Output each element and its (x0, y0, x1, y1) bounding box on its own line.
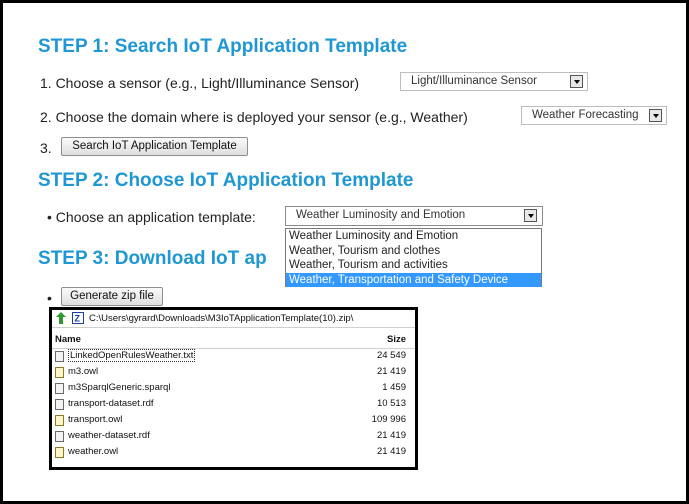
file-name: weather.owl (68, 446, 119, 457)
file-size: 24 549 (376, 350, 406, 361)
search-template-button[interactable]: Search IoT Application Template (61, 137, 248, 156)
step1-heading: STEP 1: Search IoT Application Template (38, 36, 408, 57)
step1-domain-label: 2. Choose the domain where is deployed y… (40, 109, 468, 125)
file-row[interactable]: m3.owl 21 419 (52, 365, 415, 380)
step3-bullet: • (47, 290, 52, 306)
archive-path: C:\Users\gyrard\Downloads\M3IoTApplicati… (89, 313, 354, 324)
sensor-select-value: Light/Illuminance Sensor (411, 75, 537, 87)
step1-sensor-label: 1. Choose a sensor (e.g., Light/Illumina… (40, 75, 360, 91)
domain-select[interactable]: Weather Forecasting (521, 106, 667, 125)
step2-heading: STEP 2: Choose IoT Application Template (38, 170, 414, 191)
owl-file-icon (55, 415, 64, 426)
template-select-value: Weather Luminosity and Emotion (296, 209, 466, 221)
generic-file-icon (55, 383, 64, 394)
file-row[interactable]: LinkedOpenRulesWeather.txt 24 549 (52, 349, 415, 364)
chevron-down-icon[interactable] (524, 209, 537, 222)
file-row[interactable]: transport-dataset.rdf 10 513 (52, 397, 415, 412)
path-bar: Z C:\Users\gyrard\Downloads\M3IoTApplica… (52, 310, 415, 328)
rdf-file-icon (55, 431, 64, 442)
file-name: m3.owl (68, 366, 99, 377)
dropdown-option[interactable]: Weather, Tourism and clothes (286, 244, 541, 259)
step1-item3-number: 3. (40, 140, 52, 156)
rdf-file-icon (55, 399, 64, 410)
file-row[interactable]: weather-dataset.rdf 21 419 (52, 429, 415, 444)
dropdown-option[interactable]: Weather Luminosity and Emotion (286, 229, 541, 244)
file-row[interactable]: transport.owl 109 996 (52, 413, 415, 428)
file-size: 21 419 (376, 446, 406, 457)
text-file-icon (55, 351, 64, 362)
file-name: weather-dataset.rdf (68, 430, 150, 441)
file-row[interactable]: m3SparqlGeneric.sparql 1 459 (52, 381, 415, 396)
template-dropdown-list[interactable]: Weather Luminosity and Emotion Weather, … (285, 228, 542, 287)
file-row[interactable]: weather.owl 21 419 (52, 445, 415, 460)
name-column-header[interactable]: Name (55, 334, 81, 345)
file-name: m3SparqlGeneric.sparql (68, 382, 171, 393)
template-select[interactable]: Weather Luminosity and Emotion (285, 206, 543, 226)
step3-heading: STEP 3: Download IoT ap (38, 248, 267, 269)
file-size: 10 513 (376, 398, 406, 409)
file-size: 109 996 (371, 414, 406, 425)
generate-zip-button[interactable]: Generate zip file (61, 287, 163, 306)
zip-archive-window: Z C:\Users\gyrard\Downloads\M3IoTApplica… (49, 307, 418, 470)
file-size: 1 459 (382, 382, 406, 393)
up-arrow-icon[interactable] (56, 312, 66, 324)
dropdown-option-highlighted[interactable]: Weather, Transportation and Safety Devic… (286, 272, 541, 287)
file-size: 21 419 (376, 430, 406, 441)
chevron-down-icon[interactable] (649, 109, 662, 122)
owl-file-icon (55, 447, 64, 458)
dropdown-option[interactable]: Weather, Tourism and activities (286, 258, 541, 273)
domain-select-value: Weather Forecasting (532, 109, 639, 121)
step2-choose-label: • Choose an application template: (47, 209, 256, 225)
owl-file-icon (55, 367, 64, 378)
size-column-header[interactable]: Size (387, 334, 406, 345)
file-list-header: Name Size (52, 333, 415, 349)
zip-archive-icon: Z (72, 312, 84, 324)
file-name: LinkedOpenRulesWeather.txt (68, 349, 196, 362)
file-name: transport.owl (68, 414, 123, 425)
file-size: 21 419 (376, 366, 406, 377)
file-name: transport-dataset.rdf (68, 398, 154, 409)
svg-text:Z: Z (75, 314, 81, 324)
sensor-select[interactable]: Light/Illuminance Sensor (400, 72, 588, 91)
chevron-down-icon[interactable] (570, 75, 583, 88)
